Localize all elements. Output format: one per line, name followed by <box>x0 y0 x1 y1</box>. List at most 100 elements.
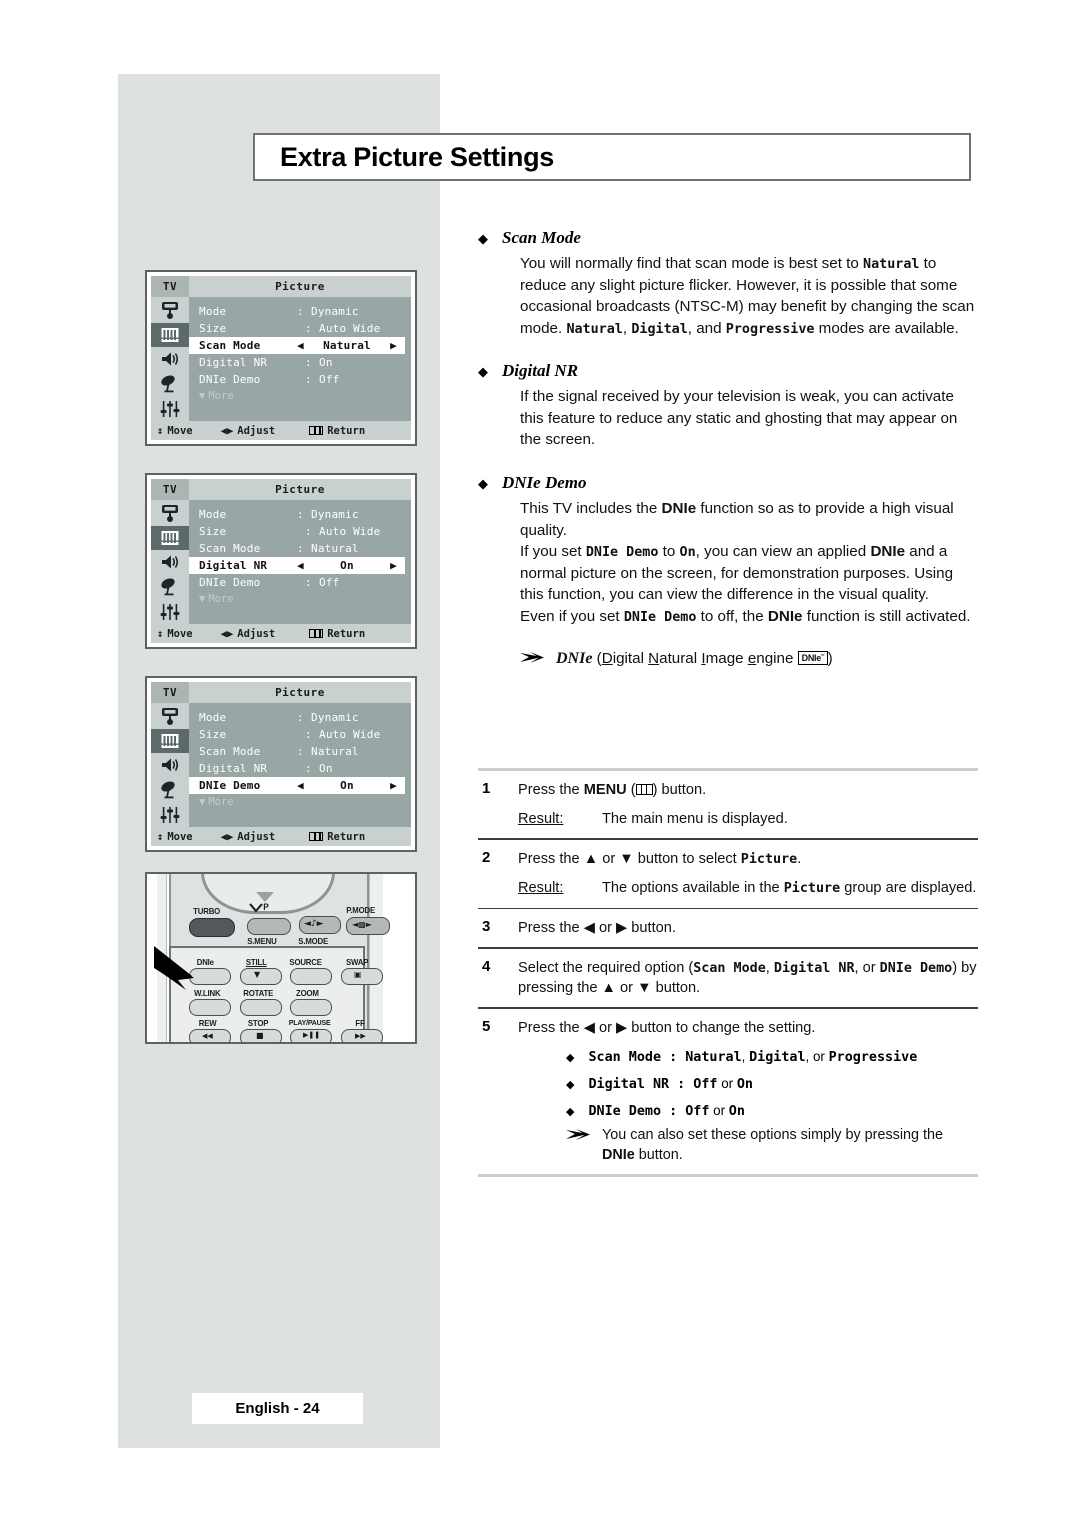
step-body: Press the ◀ or ▶ button to change the se… <box>518 1018 978 1165</box>
osd-rail-icon-sound[interactable] <box>151 753 189 778</box>
left-arrow-icon[interactable]: ◀ <box>297 559 304 572</box>
page-title-bar: Extra Picture Settings <box>253 133 971 181</box>
osd-title: Picture <box>275 280 325 293</box>
diamond-bullet-icon: ◆ <box>478 364 488 380</box>
osd-rail-icon-sound[interactable] <box>151 347 189 372</box>
osd-row-value: Dynamic <box>311 711 359 724</box>
remote-button-rotate[interactable] <box>240 999 282 1016</box>
remote-button-source[interactable] <box>290 968 332 985</box>
osd-row[interactable]: Size : Auto Wide <box>189 320 411 337</box>
step-body: Press the ◀ or ▶ button. <box>518 918 978 938</box>
section-heading: Digital NR <box>502 361 579 381</box>
osd-rail-icon-channel[interactable] <box>151 372 189 397</box>
remote-button-smenu[interactable] <box>247 918 291 935</box>
osd-rail-icon-channel[interactable] <box>151 575 189 600</box>
osd-rail-icon-picture[interactable] <box>151 525 189 551</box>
osd-footer-move: ↕ Move <box>157 831 193 843</box>
remote-label-rotate: ROTATE <box>243 988 274 998</box>
osd-row[interactable]: DNIe Demo : Off <box>189 574 411 591</box>
osd-row[interactable]: Size : Auto Wide <box>189 726 411 743</box>
fast-forward-icon: ▶▶ <box>355 1032 366 1040</box>
osd-row-label: Mode <box>199 305 227 318</box>
osd-row[interactable]: DNIe Demo : Off <box>189 371 411 388</box>
osd-row-highlighted[interactable]: Digital NR ◀ On ▶ <box>189 557 405 574</box>
procedure-steps: 1 Press the MENU () button. Result: The mai… <box>478 768 978 1177</box>
osd-row-label: Scan Mode <box>199 542 261 555</box>
remote-button-zoom[interactable] <box>290 999 332 1016</box>
osd-menu-screenshot: TV Picture Mode : Dynamic Size : Auto Wi… <box>145 270 417 446</box>
leftright-arrow-icon: ◀▶ <box>220 830 234 843</box>
osd-row-highlighted[interactable]: DNIe Demo ◀ On ▶ <box>189 777 405 794</box>
still-glyph-icon: ▼ <box>254 970 261 979</box>
osd-row-label: Digital NR <box>199 356 268 369</box>
osd-rail-icon-input[interactable] <box>151 704 189 729</box>
osd-row-label: Size <box>199 525 227 538</box>
osd-more-label: More <box>208 593 234 605</box>
remote-label-vp: P <box>263 902 269 912</box>
osd-rail-icon-setup[interactable] <box>151 802 189 827</box>
result-text: The main menu is displayed. <box>602 811 788 828</box>
osd-row[interactable]: Digital NR : On <box>189 354 411 371</box>
right-arrow-icon[interactable]: ▶ <box>390 339 397 352</box>
remote-label-turbo: TURBO <box>193 906 221 916</box>
osd-row[interactable]: Mode : Dynamic <box>189 709 411 726</box>
osd-row[interactable]: Scan Mode : Natural <box>189 743 411 760</box>
result-label: Result: <box>518 880 564 897</box>
osd-category-rail <box>151 500 189 624</box>
menu-button-icon <box>309 426 324 435</box>
right-arrow-icon[interactable]: ▶ <box>390 559 397 572</box>
pmode-glyph-icon: ◄▩► <box>352 920 372 929</box>
procedure-step: 5 Press the ◀ or ▶ button to change the s… <box>478 1009 978 1174</box>
left-arrow-icon[interactable]: ◀ <box>297 339 304 352</box>
osd-row-value: Natural <box>311 745 359 758</box>
osd-row[interactable]: Scan Mode : Natural <box>189 540 411 557</box>
diamond-bullet-icon: ◆ <box>566 1051 575 1064</box>
remote-button-turbo[interactable] <box>189 918 235 937</box>
osd-rail-icon-setup[interactable] <box>151 396 189 421</box>
osd-row[interactable]: Mode : Dynamic <box>189 506 411 523</box>
osd-rail-icon-picture[interactable] <box>151 728 189 754</box>
osd-title: Picture <box>275 483 325 496</box>
osd-footer-move: ↕ Move <box>157 628 193 640</box>
step-number: 1 <box>482 780 491 797</box>
remote-button-still[interactable] <box>240 968 282 985</box>
osd-footer-return-label: Return <box>327 627 366 640</box>
osd-row[interactable]: Digital NR : On <box>189 760 411 777</box>
section-body: If the signal received by your televisio… <box>520 388 958 449</box>
remote-label-zoom: ZOOM <box>295 988 319 998</box>
step-result: Result: The main menu is displayed. <box>518 809 978 829</box>
procedure-step: 4 Select the required option (Scan Mode, … <box>478 949 978 1008</box>
osd-row-highlighted[interactable]: Scan Mode ◀ Natural ▶ <box>189 337 405 354</box>
osd-row-label: Size <box>199 728 227 741</box>
osd-title: Picture <box>275 686 325 699</box>
remote-button-swap[interactable] <box>341 968 383 985</box>
osd-row-value: Natural <box>311 542 359 555</box>
osd-row-colon: : <box>297 305 304 318</box>
osd-more-row[interactable]: ▼ More <box>189 593 411 605</box>
osd-option-list: Mode : Dynamic Size : Auto Wide Scan Mod… <box>189 500 411 624</box>
osd-top-bar: TV Picture <box>151 682 411 703</box>
osd-row-colon: : <box>297 745 304 758</box>
osd-rail-icon-input[interactable] <box>151 501 189 526</box>
dpad-down-arrow-icon <box>256 892 274 902</box>
content-section: ◆ Scan Mode You will normally find that … <box>478 228 978 339</box>
osd-more-row[interactable]: ▼ More <box>189 390 411 402</box>
dnie-name: DNIe <box>556 649 593 667</box>
remote-label-source: SOURCE <box>289 957 322 967</box>
osd-row[interactable]: Size : Auto Wide <box>189 523 411 540</box>
osd-rail-icon-setup[interactable] <box>151 599 189 624</box>
osd-row-value: Natural <box>323 339 371 352</box>
right-arrow-icon[interactable]: ▶ <box>390 779 397 792</box>
step-result: Result: The options available in the Pict… <box>518 878 978 899</box>
osd-rail-icon-channel[interactable] <box>151 778 189 803</box>
osd-row[interactable]: Mode : Dynamic <box>189 303 411 320</box>
osd-rail-icon-sound[interactable] <box>151 550 189 575</box>
osd-rail-icon-input[interactable] <box>151 298 189 323</box>
osd-rail-icon-picture[interactable] <box>151 322 189 348</box>
osd-row-value: Auto Wide <box>319 525 381 538</box>
leftright-arrow-icon: ◀▶ <box>220 627 234 640</box>
left-arrow-icon[interactable]: ◀ <box>297 779 304 792</box>
step-instruction: Press the ▲ or ▼ button to select Pictur… <box>518 850 802 867</box>
remote-button-wlink[interactable] <box>189 999 231 1016</box>
osd-more-row[interactable]: ▼ More <box>189 796 411 808</box>
